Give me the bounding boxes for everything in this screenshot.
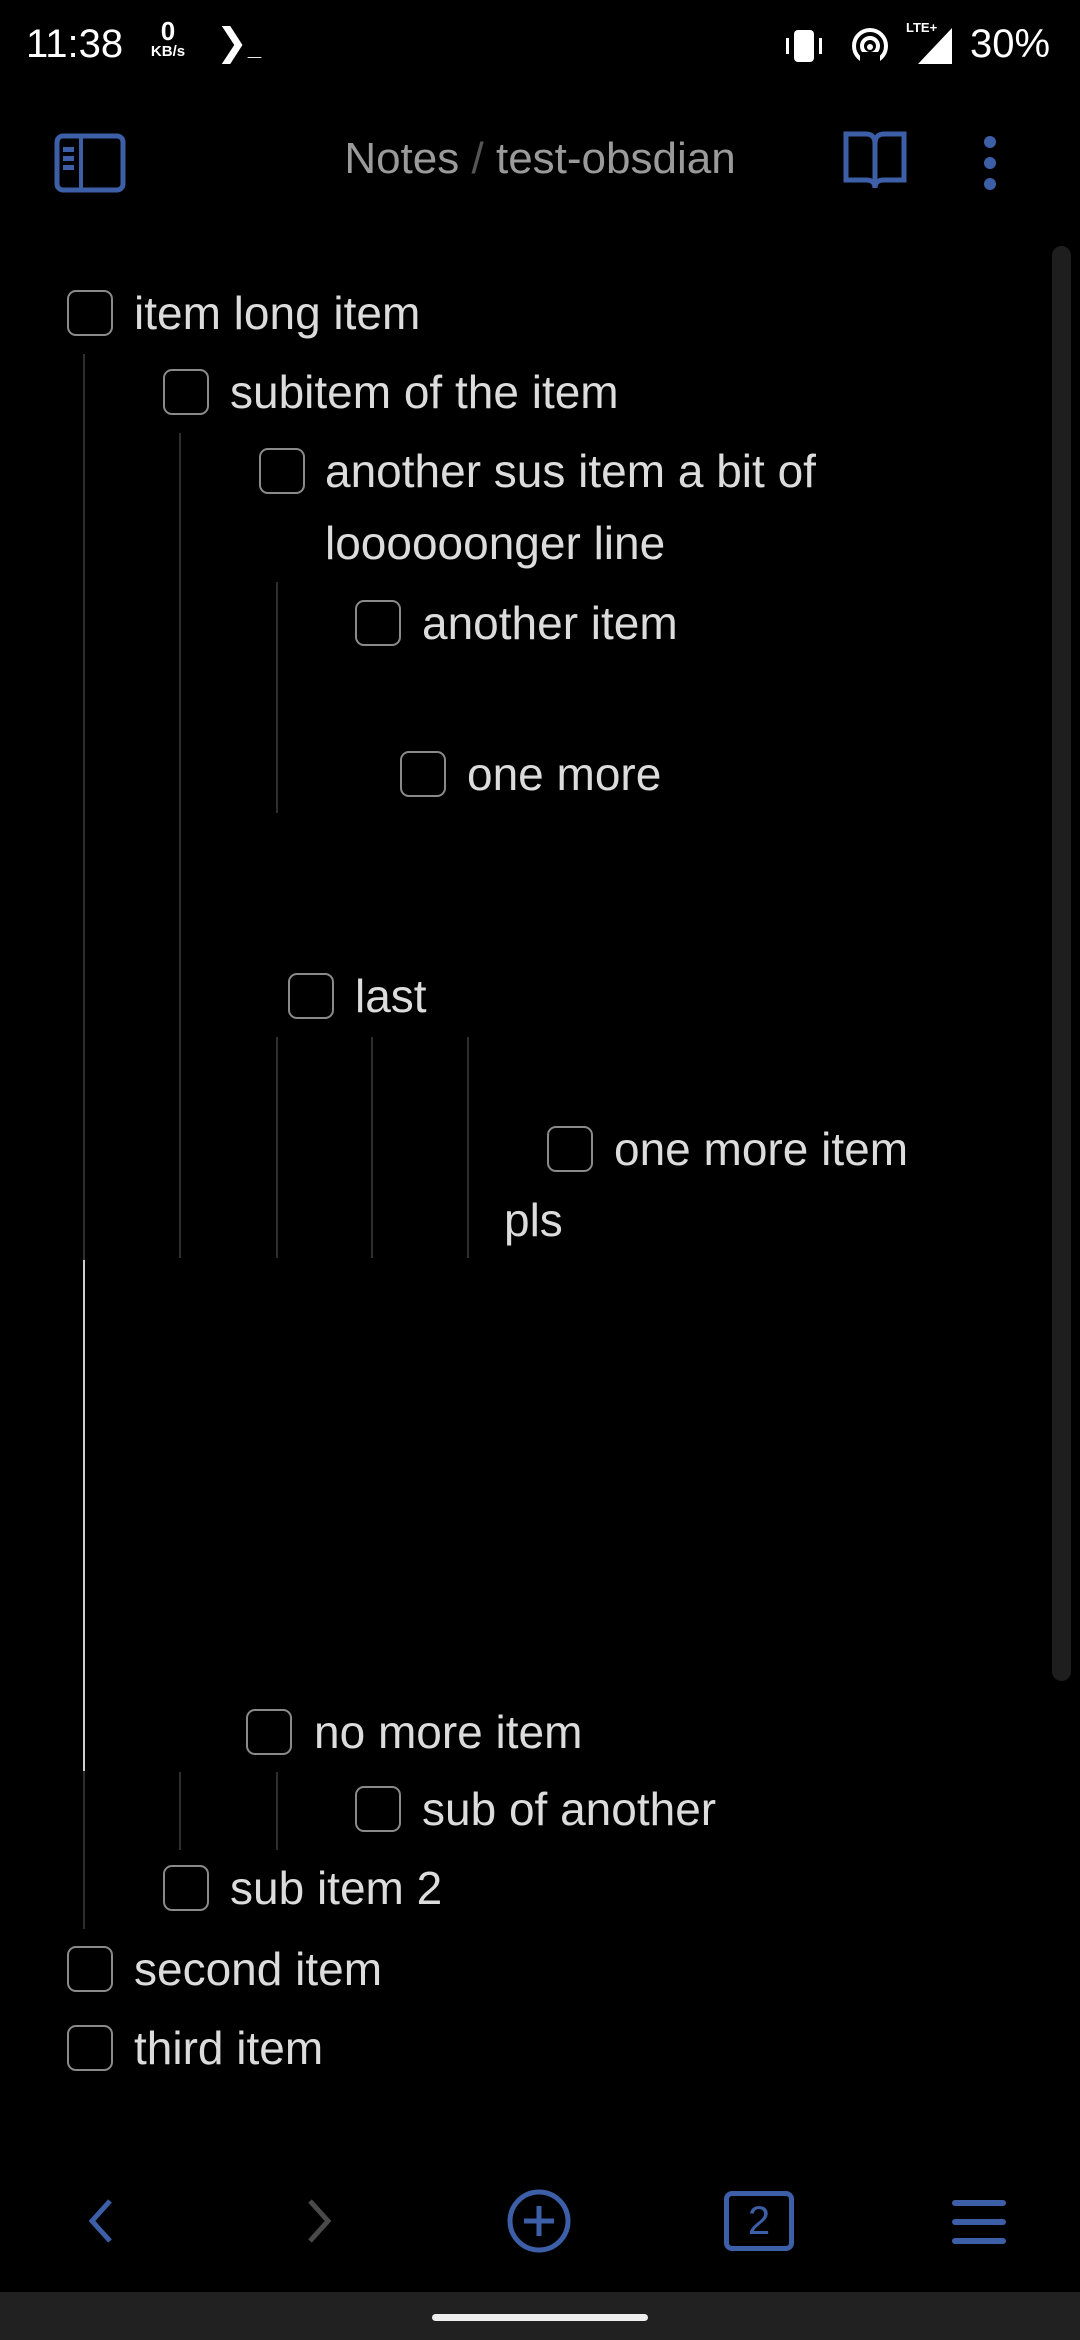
- checkbox[interactable]: [246, 1709, 292, 1755]
- list-item-text: last: [355, 970, 427, 1022]
- new-note-button[interactable]: [506, 2188, 572, 2259]
- list-item-text: one more item: [614, 1123, 909, 1175]
- list-item-text: item long item: [134, 287, 421, 339]
- indent-guide: [83, 1771, 85, 1929]
- checkbox[interactable]: [67, 2025, 113, 2071]
- checkbox[interactable]: [547, 1126, 593, 1172]
- list-item-text: sub of another: [422, 1783, 717, 1835]
- list-item-text: another sus item a bit of: [325, 445, 816, 497]
- reading-view-button[interactable]: [842, 130, 908, 199]
- net-speed-unit: KB/s: [150, 43, 186, 60]
- indent-guide: [371, 1037, 373, 1258]
- indent-guide: [179, 433, 181, 1258]
- checkbox[interactable]: [355, 600, 401, 646]
- indent-guide: [83, 354, 85, 1260]
- indent-guide: [179, 1772, 181, 1850]
- back-button[interactable]: [88, 2198, 114, 2249]
- terminal-icon: ❯_: [216, 22, 262, 64]
- list-item-text: another item: [422, 597, 678, 649]
- menu-button[interactable]: [952, 2200, 1006, 2249]
- checkbox[interactable]: [67, 1946, 113, 1992]
- tabs-button[interactable]: 2: [724, 2191, 794, 2251]
- list-item-text: second item: [134, 1943, 383, 1995]
- vibrate-icon: [782, 28, 826, 69]
- hotspot-icon: [850, 26, 890, 71]
- list-item-text-wrap: loooooonger line: [325, 517, 666, 569]
- more-options-button[interactable]: [980, 135, 1000, 196]
- indent-guide-active: [83, 1260, 85, 1771]
- home-handle[interactable]: [432, 2314, 648, 2321]
- list-item-text-wrap: pls: [504, 1194, 563, 1246]
- tab-count: 2: [747, 2199, 771, 2243]
- page-title[interactable]: test-obsdian: [496, 134, 736, 183]
- indent-guide: [276, 1037, 278, 1258]
- checkbox[interactable]: [355, 1786, 401, 1832]
- checkbox[interactable]: [288, 973, 334, 1019]
- checkbox[interactable]: [163, 369, 209, 415]
- net-speed: 0 KB/s: [148, 18, 188, 59]
- checkbox[interactable]: [67, 290, 113, 336]
- indent-guide: [276, 1772, 278, 1850]
- scrollbar[interactable]: [1052, 246, 1071, 1681]
- checkbox[interactable]: [259, 448, 305, 494]
- breadcrumb-separator: /: [471, 134, 484, 183]
- status-time: 11:38: [26, 22, 124, 66]
- indent-guide: [276, 582, 278, 813]
- list-item-text: one more: [467, 748, 662, 800]
- breadcrumb-parent[interactable]: Notes: [344, 134, 459, 183]
- list-item-text: sub item 2: [230, 1862, 443, 1914]
- net-speed-value: 0: [160, 16, 176, 46]
- indent-guide: [467, 1037, 469, 1258]
- list-item-text: third item: [134, 2022, 324, 2074]
- signal-icon: [918, 28, 954, 69]
- breadcrumb: Notes / test-obsdian: [0, 134, 1080, 184]
- forward-button[interactable]: [306, 2198, 332, 2249]
- system-nav-bar: [0, 2292, 1080, 2340]
- list-item-text: no more item: [314, 1706, 583, 1758]
- battery-level: 30%: [970, 22, 1051, 66]
- checkbox[interactable]: [163, 1865, 209, 1911]
- checkbox[interactable]: [400, 751, 446, 797]
- list-item-text: subitem of the item: [230, 366, 619, 418]
